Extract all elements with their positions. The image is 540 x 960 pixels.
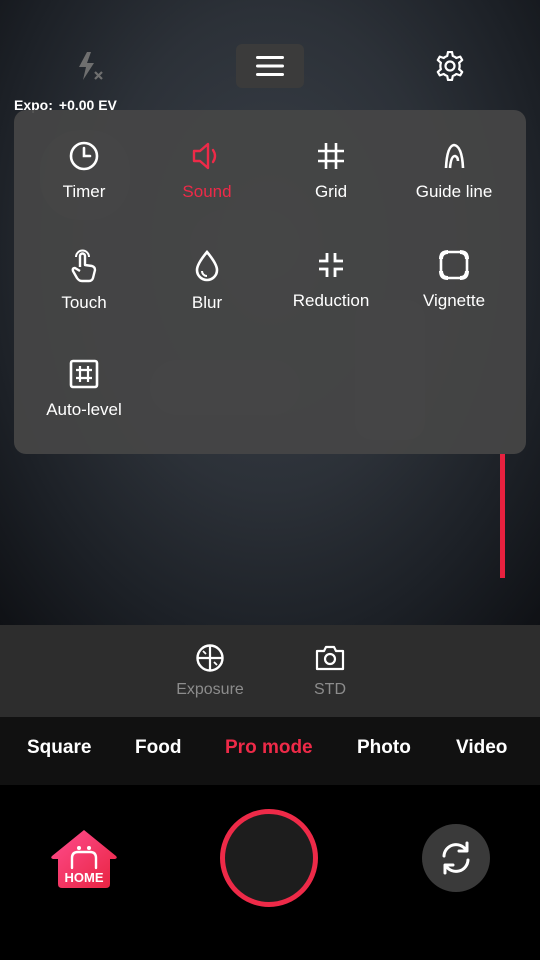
option-label: Auto-level <box>46 400 122 419</box>
flash-off-icon <box>79 52 103 80</box>
reduction-arrows-icon <box>314 249 348 281</box>
option-blur[interactable]: Blur <box>145 219 269 312</box>
home-button[interactable]: HOME <box>50 828 118 890</box>
option-label: Blur <box>191 293 223 312</box>
option-touch[interactable]: Touch <box>22 219 146 312</box>
tab-photo[interactable]: Photo <box>357 737 411 759</box>
option-label: Guide line <box>415 182 493 201</box>
vignette-icon <box>437 249 471 281</box>
option-reduction[interactable]: Reduction <box>269 219 393 310</box>
auto-level-icon <box>67 358 101 390</box>
home-icon: HOME <box>51 830 117 888</box>
camera-mode-tabs: Square Food Pro mode Photo Video <box>0 717 540 785</box>
tab-pro-mode[interactable]: Pro mode <box>225 737 313 759</box>
touch-hand-icon <box>67 249 101 283</box>
home-label: HOME <box>65 870 104 885</box>
std-control-button[interactable]: STD <box>285 643 375 699</box>
option-label: Timer <box>62 182 106 201</box>
bottom-controls: HOME <box>0 785 540 960</box>
tab-square[interactable]: Square <box>27 737 91 759</box>
flip-camera-button[interactable] <box>422 824 490 892</box>
drop-icon <box>190 249 224 283</box>
exposure-icon <box>196 644 224 672</box>
tab-video[interactable]: Video <box>456 737 507 759</box>
zoom-indicator-bar[interactable] <box>500 454 505 578</box>
option-timer[interactable]: Timer <box>22 110 146 201</box>
option-grid[interactable]: Grid <box>269 110 393 201</box>
option-label: Vignette <box>422 291 486 310</box>
option-sound[interactable]: Sound <box>145 110 269 201</box>
flip-camera-icon <box>442 841 470 875</box>
menu-button[interactable] <box>236 44 304 88</box>
quick-settings-panel: Timer Sound Grid Guide line Touch Blur R… <box>14 110 526 454</box>
hamburger-menu-icon <box>256 56 284 76</box>
exposure-control-label: Exposure <box>176 681 244 698</box>
tab-food[interactable]: Food <box>135 737 181 759</box>
shutter-button[interactable] <box>220 809 318 907</box>
option-label: Touch <box>61 293 107 312</box>
gear-icon <box>436 51 464 81</box>
guide-line-icon <box>437 140 471 172</box>
exposure-control-button[interactable]: Exposure <box>165 643 255 699</box>
grid-hash-icon <box>314 140 348 172</box>
settings-button[interactable] <box>430 46 470 86</box>
option-label: Sound <box>182 182 232 201</box>
speaker-icon <box>190 140 224 172</box>
clock-icon <box>67 140 101 172</box>
camera-icon <box>315 645 345 671</box>
option-label: Grid <box>314 182 348 201</box>
option-guide-line[interactable]: Guide line <box>392 110 516 201</box>
flash-toggle-button[interactable] <box>70 46 110 86</box>
top-bar: Expo: +0.00 EV <box>0 0 540 113</box>
option-label: Reduction <box>292 291 370 310</box>
std-control-label: STD <box>314 681 346 698</box>
option-vignette[interactable]: Vignette <box>392 219 516 310</box>
option-auto-level[interactable]: Auto-level <box>22 328 146 419</box>
pro-controls-bar: Exposure STD <box>0 625 540 717</box>
